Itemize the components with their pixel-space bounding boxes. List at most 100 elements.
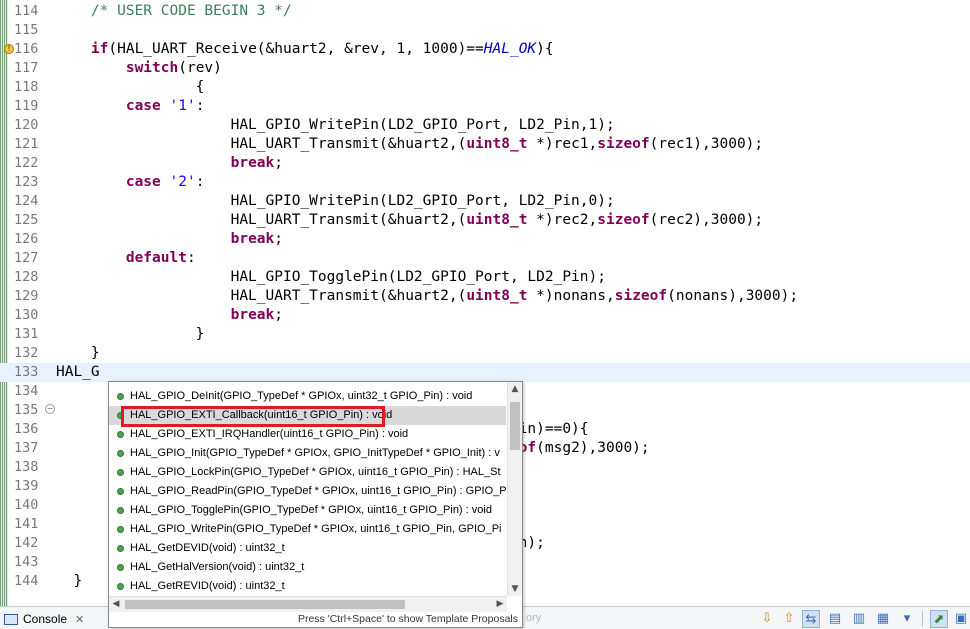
function-icon [117, 545, 124, 552]
line-number: 133 [14, 364, 39, 380]
display-icon[interactable]: ▣ [952, 610, 970, 628]
code-text: HAL_G [56, 365, 100, 380]
proposal-item[interactable]: HAL_GPIO_EXTI_IRQHandler(uint16_t GPIO_P… [109, 425, 506, 444]
proposal-item[interactable]: HAL_GPIO_EXTI_Callback(uint16_t GPIO_Pin… [109, 406, 506, 425]
code-line[interactable]: 125 HAL_UART_Transmit(&huart2,(uint8_t *… [0, 211, 970, 230]
line-number: 125 [14, 212, 39, 228]
line-number: 131 [14, 326, 39, 342]
code-token: break [230, 155, 275, 171]
code-text: { [56, 80, 205, 95]
code-text: default: [56, 251, 196, 266]
proposal-item[interactable]: HAL_GPIO_DeInit(GPIO_TypeDef * GPIOx, ui… [109, 387, 506, 406]
line-number: 117 [14, 60, 39, 76]
proposal-label: HAL_GetDEVID(void) : uint32_t [130, 542, 285, 554]
code-line[interactable]: 128 HAL_GPIO_TogglePin(LD2_GPIO_Port, LD… [0, 268, 970, 287]
code-line[interactable]: 118 { [0, 78, 970, 97]
code-line[interactable]: 123 case '2': [0, 173, 970, 192]
code-token: HAL_UART_Transmit(&huart2,( [56, 212, 467, 228]
function-icon [117, 488, 124, 495]
arrow-down-icon[interactable]: ⇩ [758, 610, 776, 628]
code-token: : [195, 98, 205, 114]
code-token: (nonans),3000); [667, 288, 799, 304]
code-line[interactable]: 124 HAL_GPIO_WritePin(LD2_GPIO_Port, LD2… [0, 192, 970, 211]
proposal-label: HAL_GPIO_EXTI_IRQHandler(uint16_t GPIO_P… [130, 428, 409, 440]
proposal-item[interactable]: HAL_GPIO_LockPin(GPIO_TypeDef * GPIOx, u… [109, 463, 506, 482]
function-icon [117, 412, 124, 419]
view-menu-icon[interactable]: ▾ [898, 610, 916, 628]
line-number: 135 [14, 402, 39, 418]
code-line[interactable]: ! 116 if(HAL_UART_Receive(&huart2, &rev, … [0, 40, 970, 59]
code-token: uint8_t [466, 288, 528, 304]
hscroll-thumb[interactable] [125, 600, 405, 609]
code-token: sizeof [597, 136, 650, 152]
code-token: *)nonans, [527, 288, 615, 304]
console-tab[interactable]: Console ✕ [4, 610, 84, 628]
code-line[interactable]: 115 [0, 21, 970, 40]
code-line[interactable]: 130 break; [0, 306, 970, 325]
code-token: } [56, 573, 83, 589]
proposal-item[interactable]: HAL_GetDEVID(void) : uint32_t [109, 539, 506, 558]
line-number: 124 [14, 193, 39, 209]
code-token: (HAL_UART_Receive(&huart2, &rev, 1, 1000… [108, 41, 484, 57]
line-number: 137 [14, 440, 39, 456]
warning-icon[interactable]: ! [4, 44, 14, 54]
code-line[interactable]: 132 } [0, 344, 970, 363]
code-line[interactable]: 126 break; [0, 230, 970, 249]
code-line[interactable]: 122 break; [0, 154, 970, 173]
proposal-item[interactable]: HAL_GPIO_TogglePin(GPIO_TypeDef * GPIOx,… [109, 501, 506, 520]
code-token: /* USER CODE BEGIN 3 */ [90, 3, 292, 19]
code-text: HAL_GPIO_TogglePin(LD2_GPIO_Port, LD2_Pi… [56, 270, 606, 285]
proposal-list[interactable]: HAL_GPIO_DeInit(GPIO_TypeDef * GPIOx, ui… [109, 382, 506, 596]
fold-toggle-icon[interactable]: − [45, 404, 55, 414]
code-line[interactable]: 133 HAL_G [0, 363, 970, 382]
proposal-item[interactable]: HAL_GPIO_Init(GPIO_TypeDef * GPIOx, GPIO… [109, 444, 506, 463]
pin-icon[interactable]: ⬈ [930, 610, 948, 628]
expand-icon[interactable]: ▦ [874, 610, 892, 628]
code-token: HAL_OK [483, 41, 537, 57]
scroll-thumb[interactable] [510, 402, 520, 450]
code-token: if [90, 41, 109, 57]
vertical-scrollbar[interactable]: ▲ ▼ [507, 382, 522, 596]
proposal-label: HAL_GetHalVersion(void) : uint32_t [130, 561, 305, 573]
code-line[interactable]: 127 default: [0, 249, 970, 268]
code-token: (rec2),3000); [649, 212, 764, 228]
collapse-icon[interactable]: ▥ [850, 610, 868, 628]
scroll-up-icon[interactable]: ▲ [508, 382, 522, 396]
code-line[interactable]: 129 HAL_UART_Transmit(&huart2,(uint8_t *… [0, 287, 970, 306]
code-line[interactable]: 114 /* USER CODE BEGIN 3 */ [0, 2, 970, 21]
code-token: '2' [169, 174, 196, 190]
code-token: ; [274, 155, 283, 171]
filter-icon[interactable]: ▤ [826, 610, 844, 628]
link-editor-icon[interactable]: ⇆ [802, 610, 820, 628]
code-line[interactable]: 119 case '1': [0, 97, 970, 116]
close-icon[interactable]: ✕ [75, 614, 84, 626]
code-token: *)rec1, [527, 136, 598, 152]
line-number: 138 [14, 459, 39, 475]
proposal-item[interactable]: HAL_GPIO_ReadPin(GPIO_TypeDef * GPIOx, u… [109, 482, 506, 501]
line-number: 132 [14, 345, 39, 361]
code-line[interactable]: 120 HAL_GPIO_WritePin(LD2_GPIO_Port, LD2… [0, 116, 970, 135]
code-line[interactable]: 121 HAL_UART_Transmit(&huart2,(uint8_t *… [0, 135, 970, 154]
code-line[interactable]: 131 } [0, 325, 970, 344]
arrow-up-icon[interactable]: ⇧ [780, 610, 798, 628]
line-number: 136 [14, 421, 39, 437]
proposal-item[interactable]: HAL_GetREVID(void) : uint32_t [109, 577, 506, 596]
proposal-item[interactable]: HAL_GPIO_WritePin(GPIO_TypeDef * GPIOx, … [109, 520, 506, 539]
scroll-down-icon[interactable]: ▼ [508, 582, 522, 596]
proposal-label: HAL_GPIO_LockPin(GPIO_TypeDef * GPIOx, u… [130, 466, 501, 478]
proposal-item[interactable]: HAL_GetHalVersion(void) : uint32_t [109, 558, 506, 577]
code-token: switch [125, 60, 179, 76]
code-token: break [230, 231, 275, 247]
code-line[interactable]: 117 switch(rev) [0, 59, 970, 78]
horizontal-scrollbar[interactable]: ◀ ▶ [109, 596, 507, 612]
scroll-left-icon[interactable]: ◀ [109, 597, 123, 612]
function-icon [117, 393, 124, 400]
content-assist-popup[interactable]: HAL_GPIO_DeInit(GPIO_TypeDef * GPIOx, ui… [108, 381, 523, 628]
code-token: (msg2),3000); [536, 440, 650, 456]
code-token: HAL_GPIO_WritePin(LD2_GPIO_Port, LD2_Pin… [56, 117, 615, 133]
scroll-right-icon[interactable]: ▶ [493, 597, 507, 612]
line-number: 122 [14, 155, 39, 171]
